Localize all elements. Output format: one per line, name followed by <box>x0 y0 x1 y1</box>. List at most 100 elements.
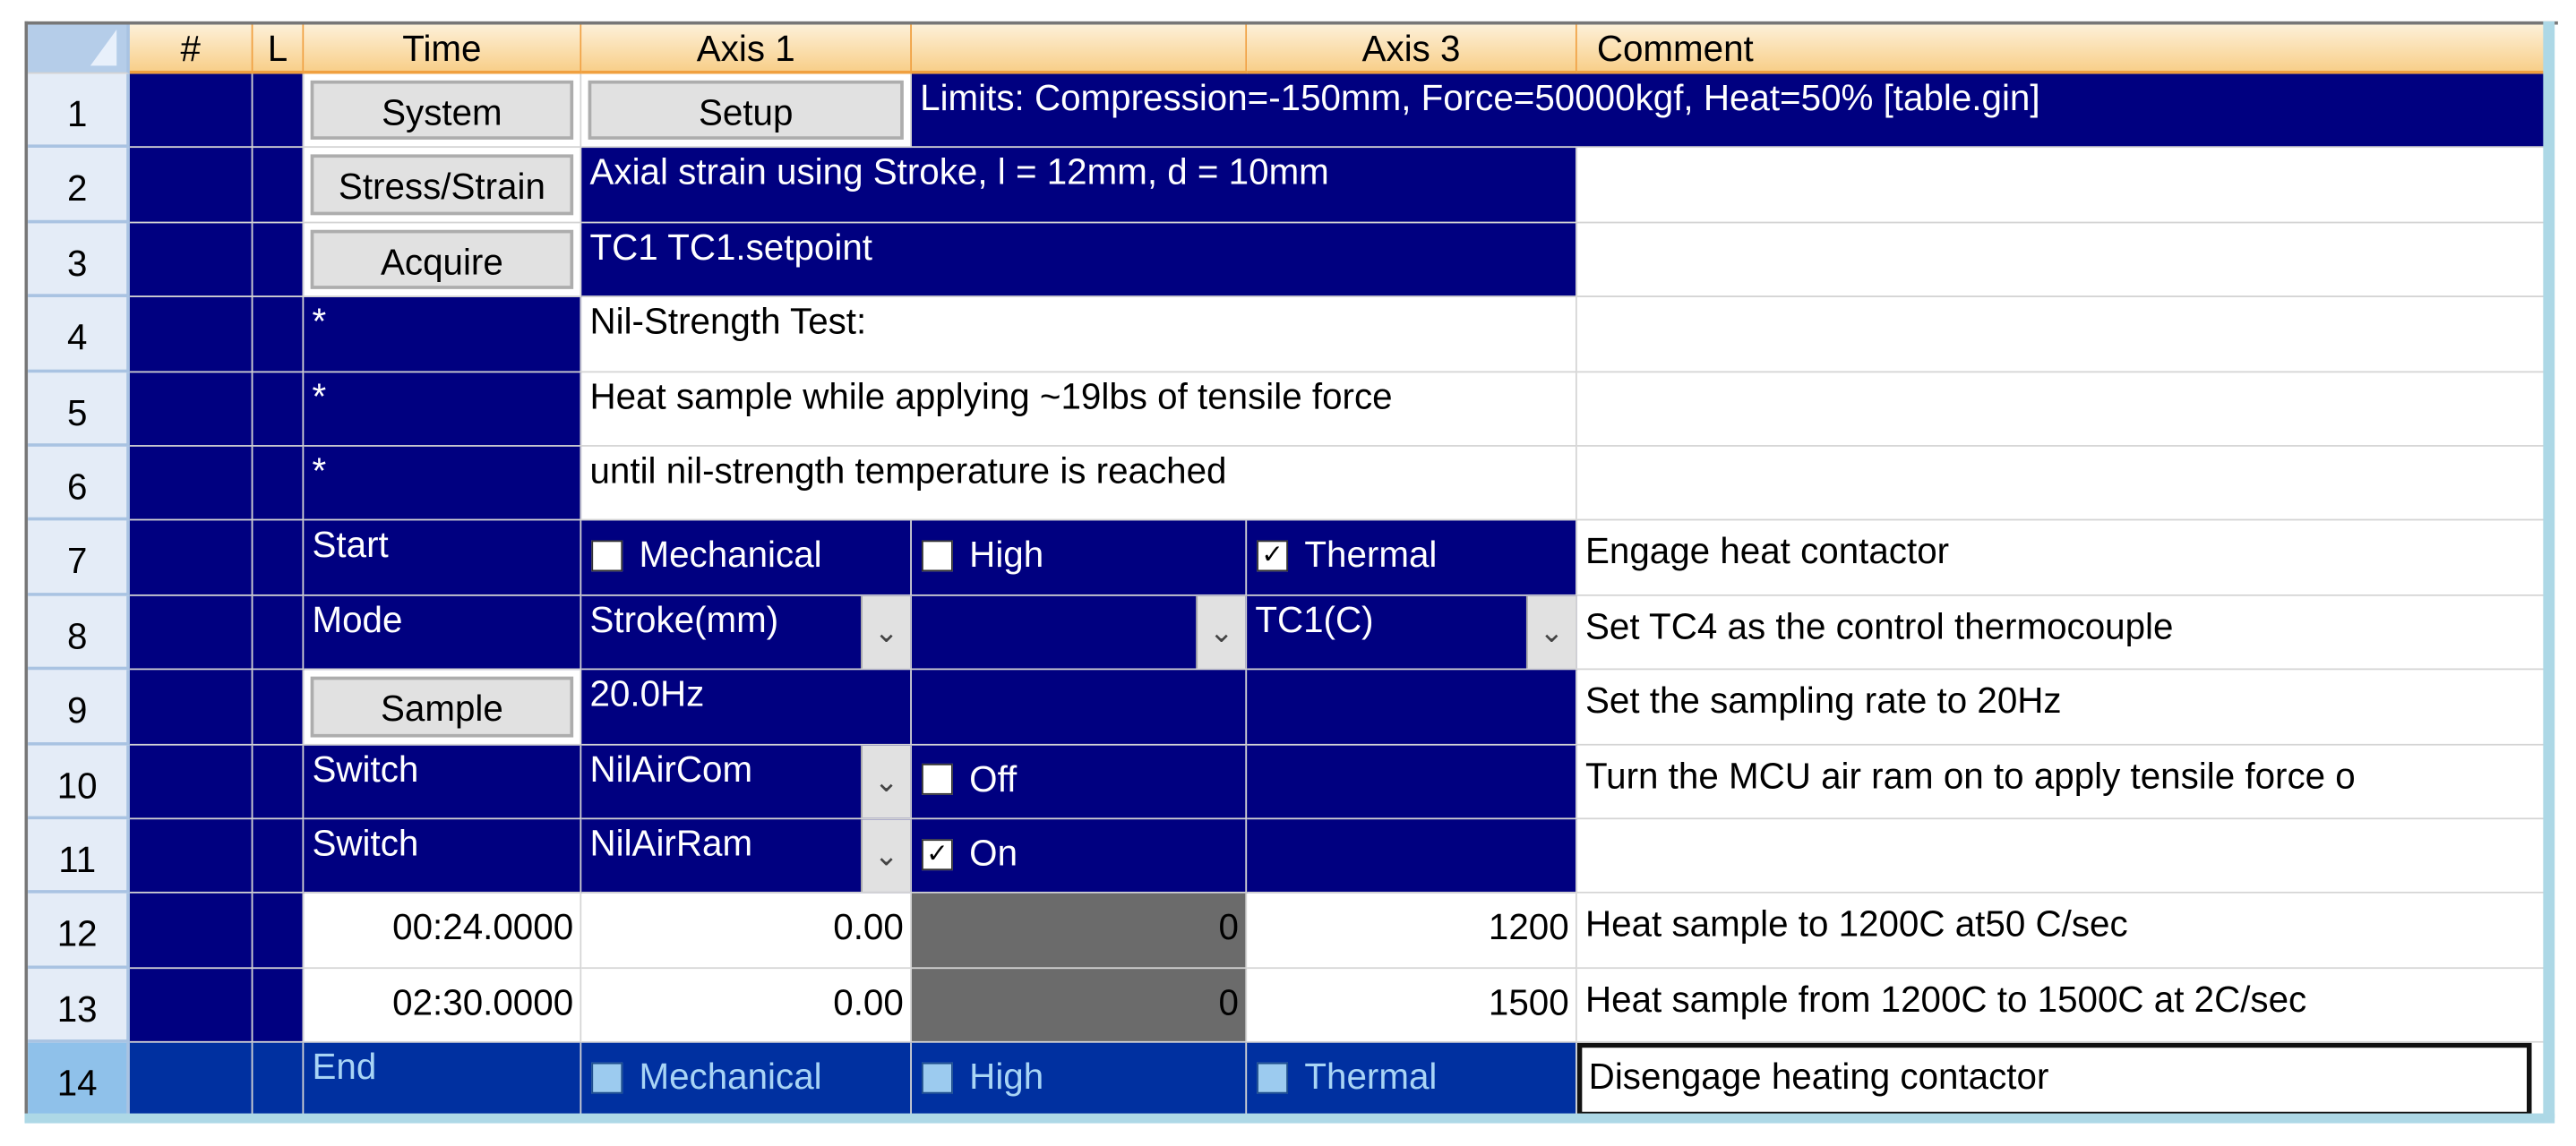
row-l-cell[interactable] <box>253 297 304 372</box>
axis2-checkbox-high[interactable]: High <box>912 1043 1245 1099</box>
step-type-cell[interactable]: Switch <box>304 745 581 819</box>
axis1-checkbox-mechanical[interactable]: Mechanical <box>581 521 910 577</box>
axis2-cell[interactable] <box>912 671 1247 745</box>
row-l-cell[interactable] <box>253 671 304 745</box>
step-description-cell[interactable]: TC1 TC1.setpoint <box>581 223 1577 297</box>
row-header[interactable]: 3 <box>28 223 130 297</box>
checkbox-icon[interactable] <box>591 540 623 571</box>
axis3-cell[interactable]: 1500 <box>1247 969 1577 1043</box>
comment-cell[interactable]: Disengage heating contactor <box>1577 1043 2546 1117</box>
select-all-corner[interactable] <box>28 25 130 74</box>
comment-cell[interactable]: Engage heat contactor <box>1577 521 2546 595</box>
row-header[interactable]: 6 <box>28 447 130 521</box>
step-type-cell[interactable]: Switch <box>304 819 581 894</box>
axis1-dropdown[interactable]: NilAirCom⌄ <box>581 745 912 819</box>
row-l-cell[interactable] <box>253 745 304 819</box>
row-l-cell[interactable] <box>253 521 304 595</box>
comment-editor[interactable]: Disengage heating contactor <box>1577 1043 2532 1116</box>
row-l-cell[interactable] <box>253 595 304 670</box>
axis1-cell[interactable]: 20.0Hz <box>581 671 912 745</box>
comment-cell[interactable] <box>1577 819 2546 894</box>
axis2-dropdown[interactable]: ⌄ <box>912 595 1247 670</box>
row-l-cell[interactable] <box>253 894 304 969</box>
row-header[interactable]: 8 <box>28 595 130 670</box>
axis3-checkbox-thermal[interactable]: ✓Thermal <box>1247 521 1576 577</box>
row-index-cell[interactable] <box>130 1043 253 1117</box>
checkbox-icon[interactable]: ✓ <box>1257 540 1288 571</box>
row-header[interactable]: 9 <box>28 671 130 745</box>
axis2-checkbox-high[interactable]: High <box>912 521 1245 577</box>
limits-cell[interactable]: Limits: Compression=-150mm, Force=50000k… <box>912 74 2546 149</box>
horizontal-scrollbar-edge[interactable] <box>25 1114 2555 1124</box>
row-index-cell[interactable] <box>130 819 253 894</box>
comment-cell[interactable]: Heat sample from 1200C to 1500C at 2C/se… <box>1577 969 2546 1043</box>
time-cell[interactable]: 00:24.0000 <box>304 894 581 969</box>
axis3-cell[interactable] <box>1247 671 1577 745</box>
row-l-cell[interactable] <box>253 74 304 149</box>
axis2-checkbox-off[interactable]: Off <box>912 745 1245 800</box>
row-l-cell[interactable] <box>253 447 304 521</box>
row-header[interactable]: 11 <box>28 819 130 894</box>
column-header-axis1[interactable]: Axis 1 <box>581 25 912 74</box>
row-header[interactable]: 4 <box>28 297 130 372</box>
axis1-cell[interactable]: 0.00 <box>581 969 912 1043</box>
row-index-cell[interactable] <box>130 745 253 819</box>
row-l-cell[interactable] <box>253 819 304 894</box>
comment-cell[interactable]: Heat sample to 1200C at50 C/sec <box>1577 894 2546 969</box>
row-header[interactable]: 13 <box>28 969 130 1043</box>
step-type-cell[interactable]: End <box>304 1043 581 1117</box>
axis1-checkbox-mechanical[interactable]: Mechanical <box>581 1043 910 1099</box>
chevron-down-icon[interactable]: ⌄ <box>1196 595 1245 668</box>
column-header-axis2[interactable] <box>912 25 1247 74</box>
row-header[interactable]: 1 <box>28 74 130 149</box>
checkbox-icon[interactable]: ✓ <box>922 838 953 869</box>
column-header-num[interactable]: # <box>130 25 253 74</box>
chevron-down-icon[interactable]: ⌄ <box>861 595 910 668</box>
stress-strain-button[interactable]: Stress/Strain <box>311 155 573 215</box>
comment-cell[interactable]: Set the sampling rate to 20Hz <box>1577 671 2546 745</box>
axis3-cell[interactable] <box>1247 745 1577 819</box>
step-type-cell[interactable]: * <box>304 372 581 447</box>
step-type-cell[interactable]: * <box>304 297 581 372</box>
axis1-cell[interactable]: 0.00 <box>581 894 912 969</box>
checkbox-icon[interactable] <box>922 764 953 795</box>
checkbox-icon[interactable] <box>922 1062 953 1093</box>
row-header[interactable]: 5 <box>28 372 130 447</box>
checkbox-icon[interactable] <box>1257 1062 1288 1093</box>
row-index-cell[interactable] <box>130 149 253 223</box>
vertical-scrollbar-edge[interactable] <box>2543 21 2555 1118</box>
row-l-cell[interactable] <box>253 969 304 1043</box>
comment-cell[interactable] <box>1577 149 2546 223</box>
row-index-cell[interactable] <box>130 223 253 297</box>
comment-cell[interactable]: Set TC4 as the control thermocouple <box>1577 595 2546 670</box>
step-type-cell[interactable]: Start <box>304 521 581 595</box>
checkbox-icon[interactable] <box>591 1062 623 1093</box>
step-description-cell[interactable]: until nil-strength temperature is reache… <box>581 447 1577 521</box>
chevron-down-icon[interactable]: ⌄ <box>1526 595 1576 668</box>
sample-button[interactable]: Sample <box>311 677 573 737</box>
acquire-button[interactable]: Acquire <box>311 229 573 289</box>
step-description-cell[interactable]: Heat sample while applying ~19lbs of ten… <box>581 372 1577 447</box>
row-header[interactable]: 12 <box>28 894 130 969</box>
step-description-cell[interactable]: Nil-Strength Test: <box>581 297 1577 372</box>
row-header[interactable]: 10 <box>28 745 130 819</box>
axis3-cell[interactable]: 1200 <box>1247 894 1577 969</box>
step-type-cell[interactable]: * <box>304 447 581 521</box>
comment-cell[interactable]: Turn the MCU air ram on to apply tensile… <box>1577 745 2546 819</box>
setup-button[interactable]: Setup <box>588 81 904 141</box>
system-button[interactable]: System <box>311 81 573 141</box>
comment-cell[interactable] <box>1577 372 2546 447</box>
comment-cell[interactable] <box>1577 297 2546 372</box>
row-l-cell[interactable] <box>253 223 304 297</box>
axis3-cell[interactable] <box>1247 819 1577 894</box>
time-cell[interactable]: 02:30.0000 <box>304 969 581 1043</box>
row-header[interactable]: 14 <box>28 1043 130 1117</box>
axis3-dropdown[interactable]: TC1(C)⌄ <box>1247 595 1577 670</box>
step-description-cell[interactable]: Axial strain using Stroke, l = 12mm, d =… <box>581 149 1577 223</box>
axis1-dropdown[interactable]: Stroke(mm)⌄ <box>581 595 912 670</box>
column-header-comment[interactable]: Comment <box>1577 25 2546 74</box>
row-index-cell[interactable] <box>130 521 253 595</box>
row-l-cell[interactable] <box>253 1043 304 1117</box>
row-index-cell[interactable] <box>130 74 253 149</box>
row-index-cell[interactable] <box>130 372 253 447</box>
